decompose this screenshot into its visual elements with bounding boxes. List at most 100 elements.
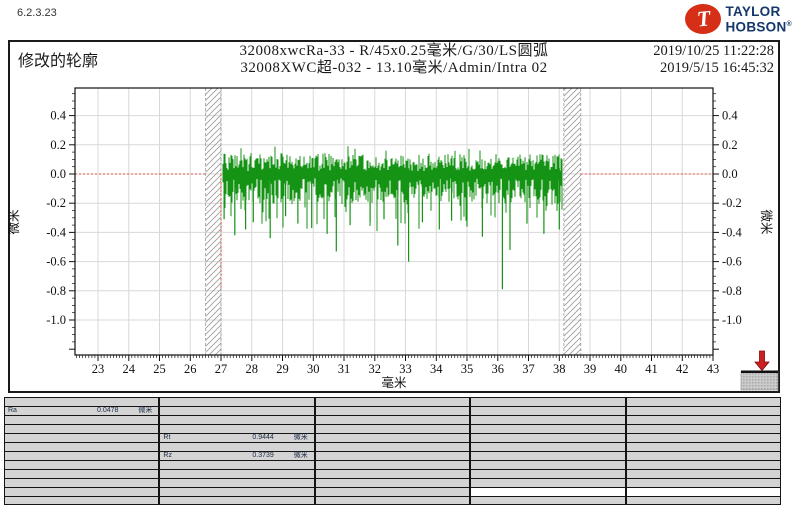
profile-chart: 2324252627282930313233343536373839404142… [8,40,780,393]
result-row [627,488,780,497]
result-row [627,416,780,425]
svg-text:34: 34 [430,362,443,376]
result-row [160,461,313,470]
svg-text:25: 25 [153,362,166,376]
result-row [471,479,624,488]
parameter-unit: 微米 [274,434,314,442]
result-row [160,479,313,488]
result-row [5,452,158,461]
svg-text:23: 23 [92,362,105,376]
result-row [627,407,780,416]
result-row [5,443,158,452]
parameter-name: Rz [160,452,209,460]
svg-text:0.2: 0.2 [722,138,738,152]
svg-text:-0.2: -0.2 [46,196,66,210]
svg-text:28: 28 [246,362,259,376]
results-table: Ra0.0478微米Rt0.9444微米Rz0.3739微米 [4,397,781,505]
result-row [627,470,780,479]
logo-line1: TAYLOR [725,5,792,18]
result-row [5,497,158,505]
result-row [627,398,780,407]
result-row [160,443,313,452]
result-row [5,416,158,425]
result-row: Ra0.0478微米 [5,407,158,416]
svg-text:0.4: 0.4 [50,109,66,123]
result-row [316,443,469,452]
result-row: Rz0.3739微米 [160,452,313,461]
result-column: Rt0.9444微米Rz0.3739微米 [159,397,314,505]
result-row [160,416,313,425]
result-row [627,443,780,452]
registered-mark: ® [787,21,792,28]
result-row [627,497,780,505]
result-row [316,452,469,461]
parameter-unit: 微米 [274,452,314,460]
logo-line2: HOBSON® [725,18,792,34]
result-row [316,407,469,416]
svg-text:-1.0: -1.0 [722,313,742,327]
result-row [316,434,469,443]
result-column: Ra0.0478微米 [4,397,159,505]
parameter-value: 0.3739 [209,452,273,460]
svg-text:0.0: 0.0 [722,167,738,181]
result-row [471,497,624,505]
result-row [627,479,780,488]
svg-text:42: 42 [676,362,689,376]
surface-reference-icon [741,351,778,390]
result-row [471,443,624,452]
result-row [5,461,158,470]
result-column [626,397,781,505]
result-row [5,479,158,488]
result-row [471,416,624,425]
svg-text:37: 37 [522,362,535,376]
svg-text:30: 30 [307,362,320,376]
svg-text:-0.8: -0.8 [722,284,742,298]
svg-text:毫米: 毫米 [381,375,407,390]
result-row [5,488,158,497]
svg-text:-0.6: -0.6 [46,255,66,269]
svg-text:0.4: 0.4 [722,109,738,123]
app-window: 6.2.3.23 T TAYLOR HOBSON® 修改的轮廓 32008xwc… [0,0,800,512]
result-row [5,470,158,479]
result-row [316,398,469,407]
result-row [316,497,469,505]
result-row [471,452,624,461]
result-row [627,425,780,434]
svg-text:-0.8: -0.8 [46,284,66,298]
result-row [471,434,624,443]
svg-text:26: 26 [184,362,197,376]
svg-text:-0.4: -0.4 [46,225,67,239]
svg-text:39: 39 [584,362,597,376]
result-row: Rt0.9444微米 [160,434,313,443]
parameter-value: 0.9444 [209,434,273,442]
svg-text:38: 38 [553,362,566,376]
result-row [471,398,624,407]
profile-panel: 修改的轮廓 32008xwcRa-33 - R/45x0.25毫米/G/30/L… [8,40,780,393]
svg-text:40: 40 [615,362,628,376]
svg-text:41: 41 [645,362,658,376]
result-row [316,416,469,425]
parameter-name: Ra [5,407,54,415]
result-row [627,461,780,470]
svg-text:0.0: 0.0 [50,167,66,181]
version-label: 6.2.3.23 [17,7,57,19]
result-row [316,470,469,479]
taylor-hobson-logo: T TAYLOR HOBSON® [685,4,792,34]
result-column [470,397,625,505]
result-row [316,479,469,488]
result-row [627,434,780,443]
result-row [160,488,313,497]
svg-text:32: 32 [369,362,382,376]
result-row [316,488,469,497]
result-row [471,425,624,434]
result-row [471,470,624,479]
svg-text:-0.2: -0.2 [722,196,742,210]
parameter-name: Rt [160,434,209,442]
svg-text:微米: 微米 [8,209,21,235]
parameter-unit: 微米 [118,407,158,415]
result-row [5,398,158,407]
logo-text: TAYLOR HOBSON® [725,5,792,34]
logo-mark-icon: T [685,4,721,34]
parameter-value: 0.0478 [54,407,118,415]
result-row [160,398,313,407]
